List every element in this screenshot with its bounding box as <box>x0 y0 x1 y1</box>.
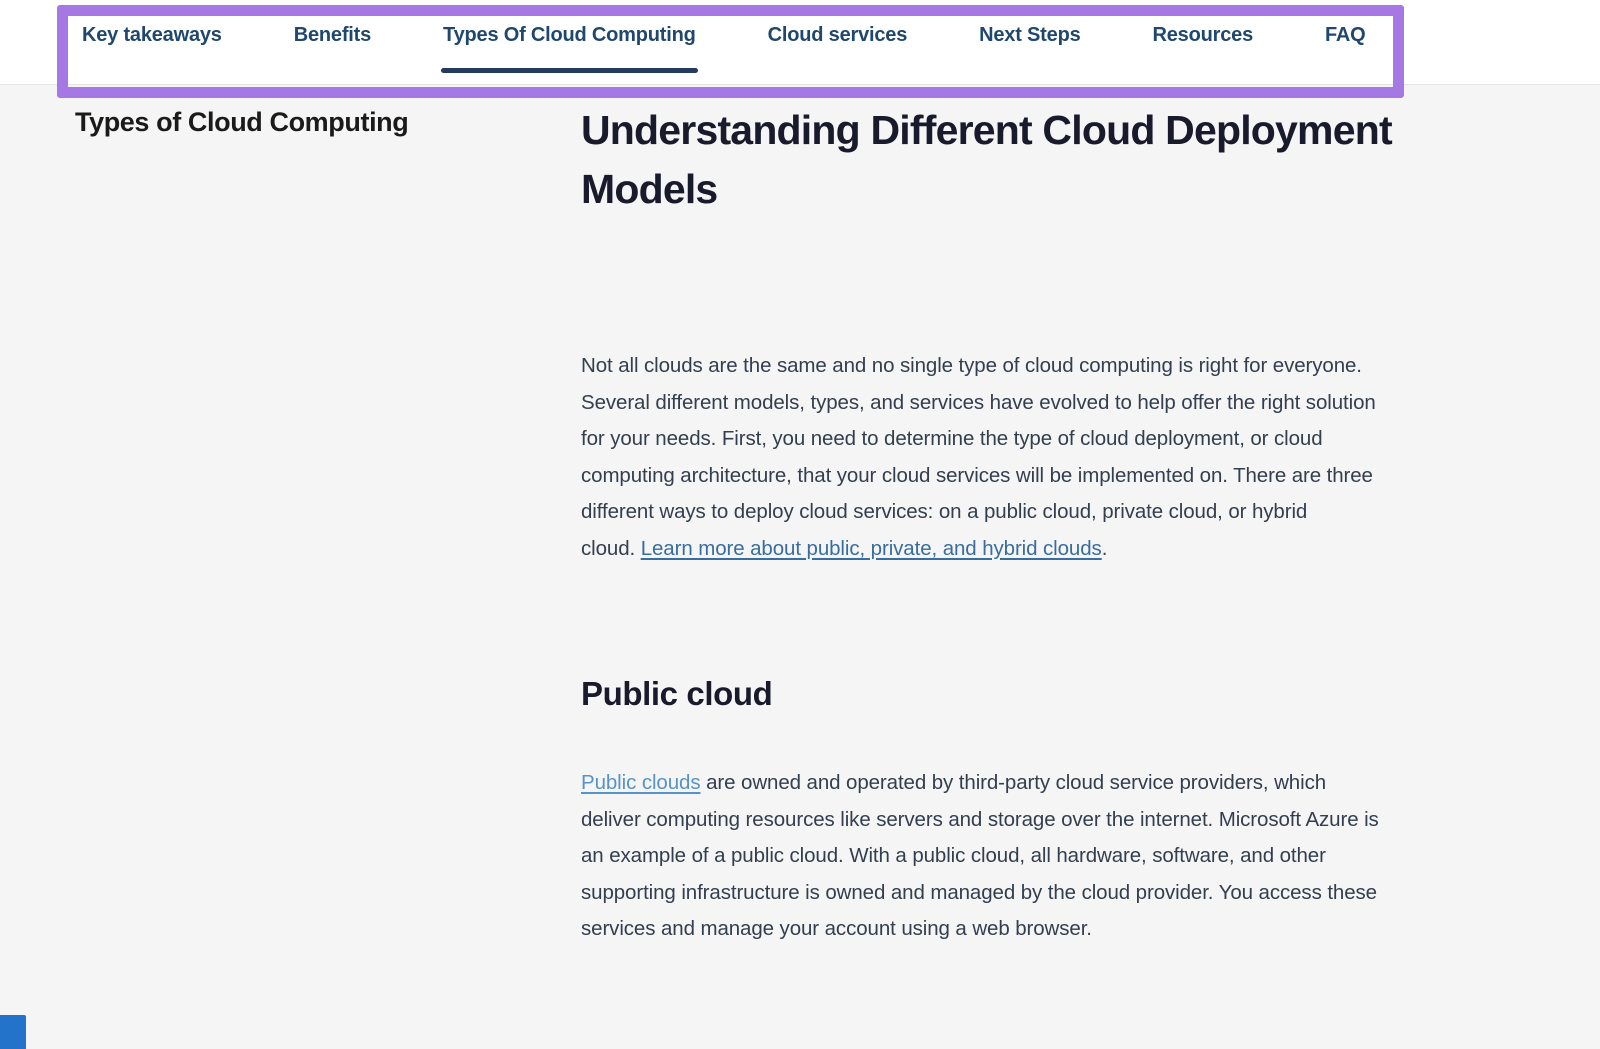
partial-blue-element <box>0 1015 26 1049</box>
tab-label: Types Of Cloud Computing <box>443 24 696 46</box>
public-cloud-text: are owned and operated by third-party cl… <box>581 771 1379 940</box>
page-title: Understanding Different Cloud Deployment… <box>581 101 1525 219</box>
tab-label: Benefits <box>294 24 371 46</box>
tab-types-of-cloud-computing[interactable]: Types Of Cloud Computing <box>443 24 696 47</box>
intro-text: Not all clouds are the same and no singl… <box>581 354 1376 560</box>
tab-label: Resources <box>1153 24 1253 46</box>
tab-label: Next Steps <box>979 24 1080 46</box>
intro-text-after-link: . <box>1102 537 1108 560</box>
public-clouds-link[interactable]: Public clouds <box>581 771 701 794</box>
tab-faq[interactable]: FAQ <box>1325 24 1366 47</box>
tab-label: Key takeaways <box>82 24 222 46</box>
tab-label: FAQ <box>1325 24 1366 46</box>
public-cloud-heading: Public cloud <box>581 675 1525 713</box>
learn-more-link[interactable]: Learn more about public, private, and hy… <box>641 537 1102 560</box>
tab-cloud-services[interactable]: Cloud services <box>768 24 908 47</box>
intro-paragraph: Not all clouds are the same and no singl… <box>581 348 1486 567</box>
tab-resources[interactable]: Resources <box>1153 24 1253 47</box>
tab-next-steps[interactable]: Next Steps <box>979 24 1080 47</box>
anchor-nav-bar: Key takeaways Benefits Types Of Cloud Co… <box>0 0 1600 85</box>
tab-label: Cloud services <box>768 24 908 46</box>
active-tab-underline <box>441 68 698 73</box>
sidebar-section-heading: Types of Cloud Computing <box>75 107 408 138</box>
public-cloud-paragraph: Public clouds are owned and operated by … <box>581 765 1486 948</box>
tab-benefits[interactable]: Benefits <box>294 24 371 47</box>
article-content: Understanding Different Cloud Deployment… <box>581 101 1525 948</box>
tab-key-takeaways[interactable]: Key takeaways <box>82 24 222 47</box>
